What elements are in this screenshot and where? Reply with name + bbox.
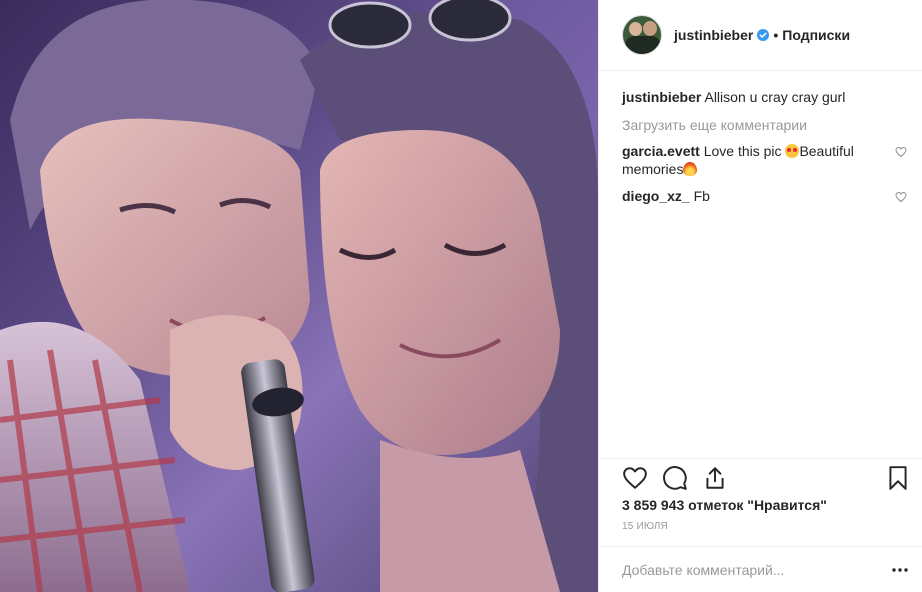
add-comment-section: [599, 546, 922, 592]
comment-text: Fb: [693, 188, 710, 204]
comment-item: garcia.evett Love this pic Beautiful mem…: [622, 142, 907, 178]
post-date[interactable]: 15 ИЮЛЯ: [622, 521, 668, 532]
fire-emoji: [683, 162, 698, 176]
add-comment-input[interactable]: [622, 559, 872, 581]
verified-icon: [757, 29, 770, 41]
instagram-post: justinbieber • Подписки justinbieber All…: [0, 0, 922, 592]
comment-like-heart-icon[interactable]: [895, 191, 907, 203]
post-caption: justinbieber Allison u cray cray gurl: [622, 88, 907, 106]
share-icon[interactable]: [702, 465, 728, 491]
comment-username[interactable]: garcia.evett: [622, 143, 700, 159]
post-details-panel: justinbieber • Подписки justinbieber All…: [598, 0, 922, 592]
comments-section: justinbieber Allison u cray cray gurl За…: [599, 70, 922, 458]
comment-icon[interactable]: [662, 465, 688, 491]
photo-illustration: [0, 0, 598, 592]
post-header: justinbieber • Подписки: [599, 0, 922, 70]
caption-username[interactable]: justinbieber: [622, 89, 701, 105]
header-separator: •: [773, 27, 779, 43]
heart-eyes-emoji: [785, 144, 800, 158]
comment-like-heart-icon[interactable]: [895, 146, 907, 158]
post-photo[interactable]: [0, 0, 598, 592]
bookmark-icon[interactable]: [885, 465, 911, 491]
caption-text: Allison u cray cray gurl: [704, 89, 846, 105]
comment-text: Love this pic: [703, 143, 786, 159]
comment-username[interactable]: diego_xz_: [622, 188, 690, 204]
author-username[interactable]: justinbieber: [674, 27, 753, 43]
comment-item: diego_xz_ Fb: [622, 187, 907, 205]
likes-count[interactable]: 3 859 943 отметок "Нравится": [622, 497, 827, 513]
load-more-comments-button[interactable]: Загрузить еще комментарии: [622, 117, 907, 133]
author-avatar[interactable]: [622, 15, 662, 55]
more-icon[interactable]: [891, 561, 909, 579]
heart-icon[interactable]: [622, 465, 648, 491]
post-actions-bar: [599, 458, 922, 494]
following-button[interactable]: Подписки: [782, 27, 850, 43]
